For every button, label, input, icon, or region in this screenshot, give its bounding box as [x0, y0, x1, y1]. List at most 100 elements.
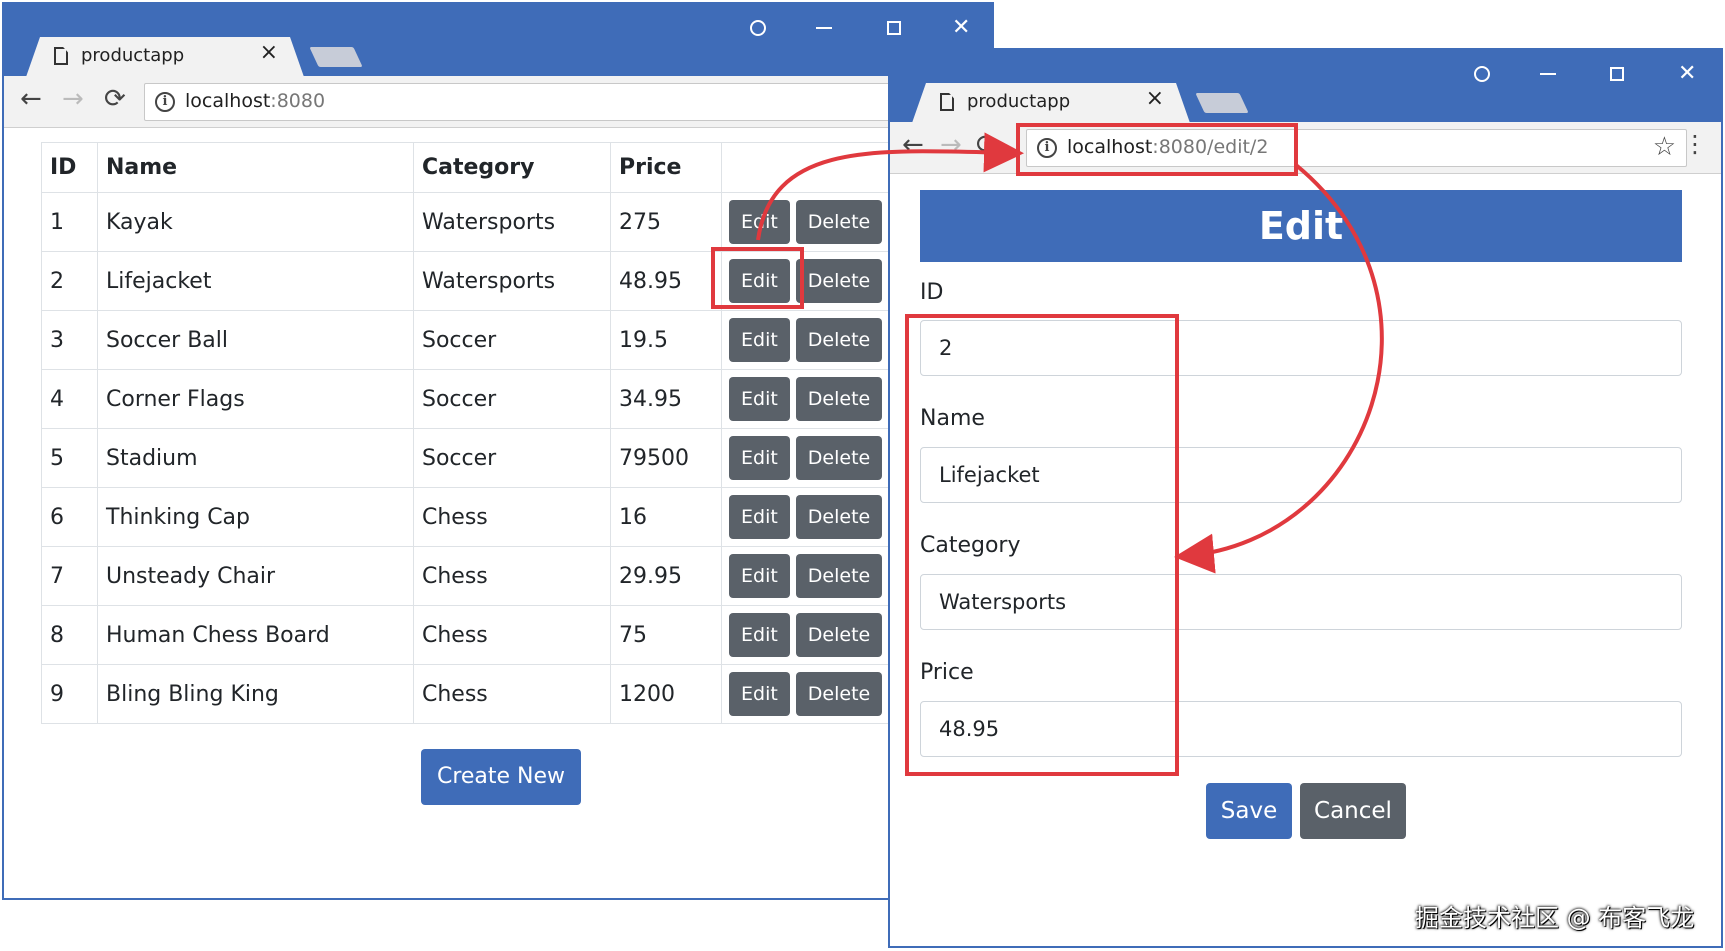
edit-button[interactable]: Edit — [729, 377, 790, 421]
cell-category: Watersports — [413, 192, 611, 252]
price-field[interactable] — [920, 701, 1682, 757]
table-header-row: ID Name Category Price — [41, 142, 921, 193]
delete-button[interactable]: Delete — [795, 377, 883, 421]
category-field[interactable] — [920, 574, 1682, 630]
maximize-icon[interactable] — [1610, 67, 1624, 81]
cell-category: Soccer — [413, 310, 611, 370]
title-bar: productapp × ✕ — [4, 4, 992, 76]
close-tab-icon[interactable]: × — [260, 42, 278, 64]
column-header-category: Category — [413, 142, 611, 193]
products-table: ID Name Category Price 1 Kayak Watersports… — [41, 142, 921, 724]
bookmark-star-icon[interactable]: ☆ — [1653, 132, 1676, 162]
browser-tab[interactable]: productapp × — [26, 37, 304, 77]
url-text: localhost:8080 — [185, 90, 326, 112]
table-row: 3 Soccer Ball Soccer 19.5 Edit Delete — [41, 310, 921, 370]
edit-button[interactable]: Edit — [729, 200, 790, 244]
category-label: Category — [920, 533, 1021, 558]
name-field[interactable] — [920, 447, 1682, 503]
cell-price: 275 — [610, 192, 722, 252]
create-new-button[interactable]: Create New — [421, 749, 581, 805]
minimize-icon[interactable] — [816, 27, 832, 29]
delete-button[interactable]: Delete — [795, 318, 883, 362]
table-row: 9 Bling Bling King Chess 1200 Edit Delete — [41, 664, 921, 724]
cell-id: 6 — [41, 487, 98, 547]
address-bar[interactable]: i localhost:8080/edit/2 ☆ — [1026, 129, 1687, 167]
cell-name: Human Chess Board — [97, 605, 414, 665]
delete-button[interactable]: Delete — [795, 200, 883, 244]
edit-button[interactable]: Edit — [729, 318, 790, 362]
browser-toolbar: ← → ⟳ i localhost:8080 — [4, 76, 992, 128]
new-tab-button[interactable] — [1195, 93, 1249, 113]
cell-id: 4 — [41, 369, 98, 429]
minimize-icon[interactable] — [1540, 73, 1556, 75]
delete-button[interactable]: Delete — [795, 436, 883, 480]
cell-name: Lifejacket — [97, 251, 414, 311]
page-icon — [54, 47, 68, 65]
table-row: 2 Lifejacket Watersports 48.95 Edit Delete — [41, 251, 921, 311]
edit-button[interactable]: Edit — [729, 672, 790, 716]
cell-price: 19.5 — [610, 310, 722, 370]
cell-category: Chess — [413, 487, 611, 547]
delete-button[interactable]: Delete — [795, 495, 883, 539]
menu-icon[interactable]: ⋮ — [1683, 132, 1707, 156]
cell-id: 8 — [41, 605, 98, 665]
profile-icon[interactable] — [1474, 66, 1490, 82]
info-icon[interactable]: i — [1037, 138, 1057, 158]
cell-category: Chess — [413, 546, 611, 606]
column-header-price: Price — [610, 142, 722, 193]
column-header-id: ID — [41, 142, 98, 193]
cell-price: 16 — [610, 487, 722, 547]
title-bar: productapp × ✕ — [890, 50, 1721, 122]
edit-page-title: Edit — [920, 190, 1682, 262]
cancel-button[interactable]: Cancel — [1300, 783, 1406, 839]
browser-window-product-list: productapp × ✕ ← → ⟳ i localhost:8080 ID… — [2, 2, 994, 900]
browser-tab[interactable]: productapp × — [912, 83, 1190, 123]
address-bar[interactable]: i localhost:8080 — [144, 83, 992, 121]
edit-button[interactable]: Edit — [729, 613, 790, 657]
back-icon[interactable]: ← — [902, 132, 924, 158]
cell-id: 5 — [41, 428, 98, 488]
edit-button[interactable]: Edit — [729, 259, 790, 303]
cell-category: Chess — [413, 664, 611, 724]
price-label: Price — [920, 660, 974, 685]
info-icon[interactable]: i — [155, 92, 175, 112]
page-icon — [940, 93, 954, 111]
cell-name: Bling Bling King — [97, 664, 414, 724]
cell-price: 48.95 — [610, 251, 722, 311]
id-label: ID — [920, 280, 944, 305]
delete-button[interactable]: Delete — [795, 259, 883, 303]
delete-button[interactable]: Delete — [795, 613, 883, 657]
edit-button[interactable]: Edit — [729, 554, 790, 598]
cell-name: Soccer Ball — [97, 310, 414, 370]
delete-button[interactable]: Delete — [795, 672, 883, 716]
reload-icon[interactable]: ⟳ — [104, 86, 126, 112]
cell-name: Stadium — [97, 428, 414, 488]
table-row: 8 Human Chess Board Chess 75 Edit Delete — [41, 605, 921, 665]
id-field[interactable] — [920, 320, 1682, 376]
edit-button[interactable]: Edit — [729, 436, 790, 480]
delete-button[interactable]: Delete — [795, 554, 883, 598]
close-tab-icon[interactable]: × — [1146, 88, 1164, 110]
forward-icon[interactable]: → — [62, 86, 84, 112]
forward-icon[interactable]: → — [940, 132, 962, 158]
maximize-icon[interactable] — [887, 21, 901, 35]
cell-category: Watersports — [413, 251, 611, 311]
new-tab-button[interactable] — [309, 47, 363, 67]
cell-id: 9 — [41, 664, 98, 724]
window-close-icon[interactable]: ✕ — [952, 17, 970, 39]
cell-category: Soccer — [413, 428, 611, 488]
cell-price: 29.95 — [610, 546, 722, 606]
name-label: Name — [920, 406, 985, 431]
profile-icon[interactable] — [750, 20, 766, 36]
back-icon[interactable]: ← — [20, 86, 42, 112]
cell-price: 1200 — [610, 664, 722, 724]
tab-title: productapp — [967, 91, 1071, 112]
column-header-name: Name — [97, 142, 414, 193]
edit-button[interactable]: Edit — [729, 495, 790, 539]
table-row: 1 Kayak Watersports 275 Edit Delete — [41, 192, 921, 252]
table-row: 5 Stadium Soccer 79500 Edit Delete — [41, 428, 921, 488]
window-close-icon[interactable]: ✕ — [1678, 63, 1696, 85]
reload-icon[interactable]: ⟳ — [976, 132, 998, 158]
cell-price: 75 — [610, 605, 722, 665]
save-button[interactable]: Save — [1206, 783, 1292, 839]
